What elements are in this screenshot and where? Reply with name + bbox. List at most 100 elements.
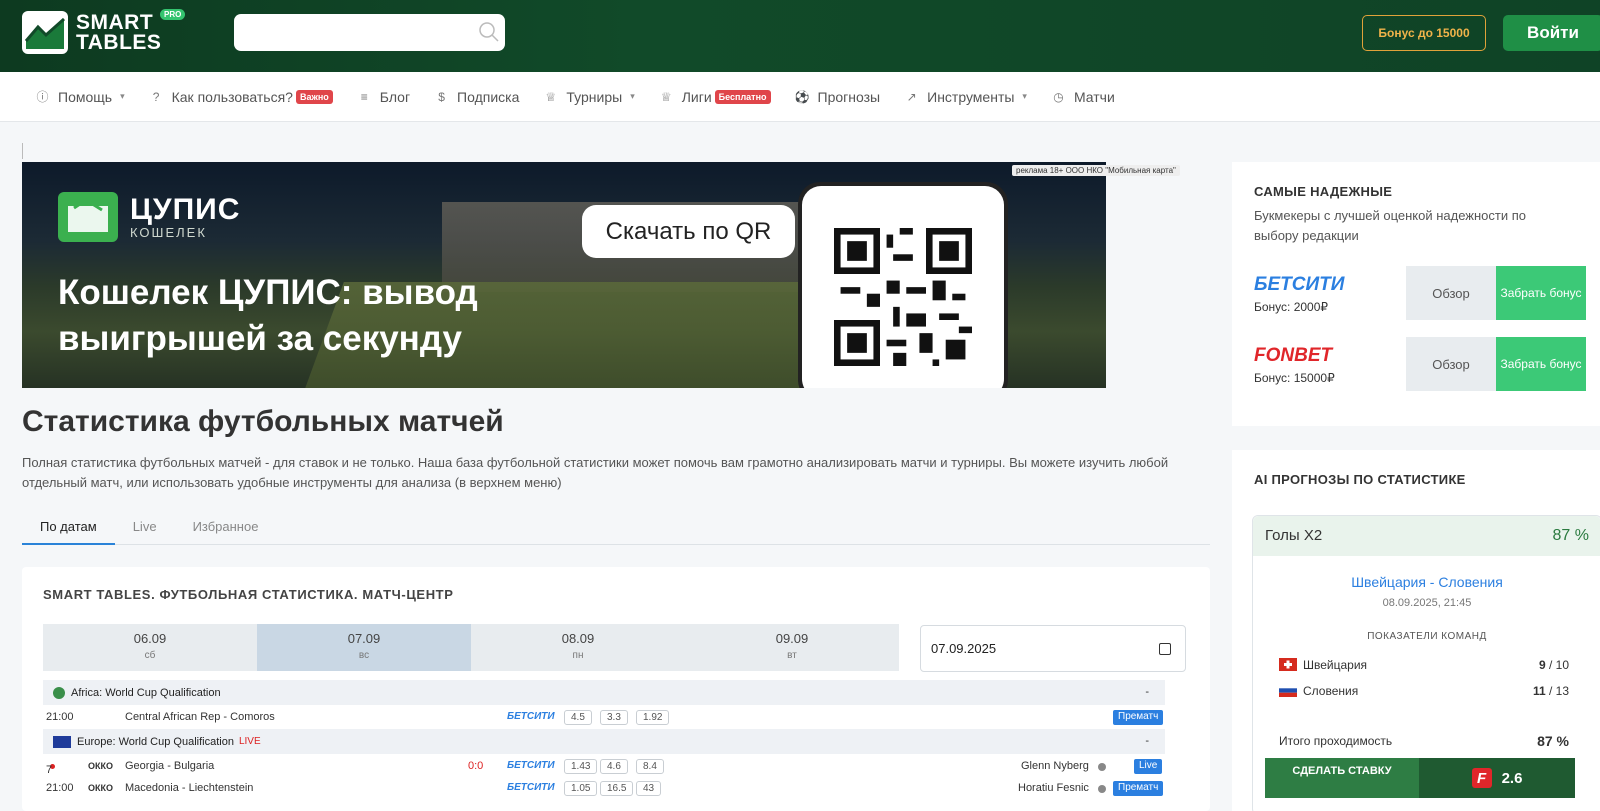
odd-draw[interactable]: 3.3 xyxy=(600,710,628,725)
nav-item-predictions[interactable]: ⚽ Прогнозы xyxy=(794,88,881,105)
get-bonus-button[interactable]: Забрать бонус xyxy=(1496,266,1586,320)
date-input-value: 07.09.2025 xyxy=(931,641,997,656)
live-label: LIVE xyxy=(238,736,261,747)
odd-home[interactable]: 1.43 xyxy=(564,759,598,774)
nav-item-leagues[interactable]: ♕ Лиги Бесплатно xyxy=(660,89,771,105)
date-day: пн xyxy=(572,650,584,661)
odd-away[interactable]: 8.4 xyxy=(636,759,664,774)
promo-banner[interactable]: ЦУПИС КОШЕЛЕК Кошелек ЦУПИС: вывод выигр… xyxy=(22,162,1106,388)
tab-live[interactable]: Live xyxy=(115,507,175,545)
nav-item-subscription[interactable]: $ Подписка xyxy=(435,89,519,105)
review-button[interactable]: Обзор xyxy=(1406,266,1496,320)
free-badge: Бесплатно xyxy=(714,89,771,104)
important-badge: Важно xyxy=(295,89,333,104)
dollar-icon: $ xyxy=(438,89,445,104)
review-button[interactable]: Обзор xyxy=(1406,337,1496,391)
referee-name: Glenn Nyberg xyxy=(1021,760,1089,772)
match-row[interactable]: 7 ОККО Georgia - Bulgaria 0:0 БЕТСИТИ 1.… xyxy=(43,756,1165,778)
search-icon[interactable] xyxy=(478,21,500,43)
league-name: Europe: World Cup Qualification xyxy=(77,735,234,748)
nav-item-tournaments[interactable]: ♕ Турниры ▾ xyxy=(544,88,635,105)
match-row[interactable]: 21:00 ОККО Macedonia - Liechtenstein БЕТ… xyxy=(43,778,1165,800)
league-name: Africa: World Cup Qualification xyxy=(71,686,221,699)
cupis-sub: КОШЕЛЕК xyxy=(130,224,207,240)
calendar-icon[interactable] xyxy=(1159,643,1171,655)
prediction-datetime: 08.09.2025, 21:45 xyxy=(1382,597,1472,609)
place-bet-button[interactable]: СДЕЛАТЬ СТАВКУ xyxy=(1265,758,1419,798)
bookmaker-logo[interactable]: БЕТСИТИ xyxy=(507,782,555,793)
date-day: вс xyxy=(358,650,370,661)
prematch-badge: Прематч xyxy=(1113,781,1164,796)
nav-label: Турниры xyxy=(566,88,623,105)
cupis-logo: ЦУПИС КОШЕЛЕК xyxy=(58,192,240,242)
nav-item-matches[interactable]: ◷ Матчи xyxy=(1052,89,1115,105)
odd-draw[interactable]: 4.6 xyxy=(600,759,628,774)
date-selector: 06.09 сб 07.09 вс 08.09 пн 09.09 вт xyxy=(43,624,899,671)
nav-item-help[interactable]: ⓘ Помощь ▾ xyxy=(36,89,125,105)
bookmaker-logo[interactable]: БЕТСИТИ xyxy=(507,711,555,722)
match-teams[interactable]: Georgia - Bulgaria xyxy=(125,760,214,772)
odd-home[interactable]: 4.5 xyxy=(564,710,592,725)
bookmaker-bonus: Бонус: 2000₽ xyxy=(1254,300,1329,314)
match-minute: 7 xyxy=(46,760,55,776)
nav-label: Как пользоваться? xyxy=(171,88,293,105)
bonus-button[interactable]: Бонус до 15000 xyxy=(1362,15,1486,51)
chevron-down-icon: ▾ xyxy=(630,91,635,101)
total-row: Итого проходимость 87 % xyxy=(1279,733,1569,749)
team-score: 9 / 10 xyxy=(1539,658,1569,672)
betcity-logo[interactable]: БЕТСИТИ xyxy=(1254,274,1344,296)
banner-headline: Кошелек ЦУПИС: вывод выигрышей за секунд… xyxy=(58,273,478,358)
phone-mockup xyxy=(798,182,1008,388)
nav-label: Инструменты xyxy=(927,88,1015,105)
nav-label: Прогнозы xyxy=(817,88,881,105)
odd-draw[interactable]: 16.5 xyxy=(600,781,634,796)
fonbet-logo[interactable]: FONBET xyxy=(1254,345,1332,367)
prediction-probability: 87 % xyxy=(1552,527,1589,544)
bet-odd-button[interactable]: F 2.6 xyxy=(1419,758,1575,798)
date-tab[interactable]: 09.09 вт xyxy=(685,624,899,671)
league-header[interactable]: Europe: World Cup Qualification LIVE - xyxy=(43,729,1165,754)
login-button[interactable]: Войти xyxy=(1503,15,1600,51)
tv-logo: ОККО xyxy=(88,783,113,793)
chevron-down-icon: ▾ xyxy=(120,91,125,101)
main-nav: ⓘ Помощь ▾ ? Как пользоваться? Важно ≡ Блог $… xyxy=(0,72,1600,122)
match-teams[interactable]: Macedonia - Liechtenstein xyxy=(125,782,253,794)
match-row[interactable]: 21:00 Central African Rep - Comoros БЕТС… xyxy=(43,707,1165,729)
nav-item-tools[interactable]: ↗ Инструменты ▾ xyxy=(905,89,1027,105)
help-circle-icon: ⓘ xyxy=(36,90,49,104)
team-score: 11 / 13 xyxy=(1533,684,1569,698)
tab-by-dates[interactable]: По датам xyxy=(22,507,115,545)
date-tab[interactable]: 06.09 сб xyxy=(43,624,257,671)
date-value: 06.09 xyxy=(133,631,167,646)
league-header[interactable]: Africa: World Cup Qualification - xyxy=(43,680,1165,705)
search-input[interactable] xyxy=(234,14,505,51)
phone-screen xyxy=(802,186,1004,388)
slovenia-flag-icon xyxy=(1279,684,1297,697)
date-tab-active[interactable]: 07.09 вс xyxy=(257,624,471,671)
reliable-subtitle: Букмекеры с лучшей оценкой надежности по… xyxy=(1254,208,1527,243)
qr-cta[interactable]: Скачать по QR xyxy=(582,205,795,258)
bookmaker-logo[interactable]: БЕТСИТИ xyxy=(507,760,555,771)
nav-label: Матчи xyxy=(1073,88,1115,105)
tab-favorites[interactable]: Избранное xyxy=(175,507,277,545)
ball-icon: ⚽ xyxy=(794,89,810,104)
odd-home[interactable]: 1.05 xyxy=(564,781,598,796)
list-icon: ≡ xyxy=(360,89,368,104)
ai-title: AI ПРОГНОЗЫ ПО СТАТИСТИКЕ xyxy=(1254,472,1466,487)
logo-pro-badge: PRO xyxy=(160,9,186,20)
site-logo[interactable]: SMART TABLES PRO xyxy=(22,9,186,54)
nav-item-howto[interactable]: ? Как пользоваться? Важно xyxy=(150,89,333,105)
match-teams[interactable]: Central African Rep - Comoros xyxy=(125,711,275,723)
prediction-match-link[interactable]: Швейцария - Словения xyxy=(1253,574,1600,590)
date-tab[interactable]: 08.09 пн xyxy=(471,624,685,671)
team-score-total: / 10 xyxy=(1545,658,1569,672)
get-bonus-button[interactable]: Забрать бонус xyxy=(1496,337,1586,391)
date-picker-input[interactable]: 07.09.2025 xyxy=(920,625,1186,672)
league-dash: - xyxy=(1145,735,1149,747)
status-dot-icon xyxy=(1098,785,1106,793)
date-value: 09.09 xyxy=(775,631,809,646)
odd-away[interactable]: 43 xyxy=(636,781,662,796)
odd-away[interactable]: 1.92 xyxy=(636,710,670,725)
nav-item-blog[interactable]: ≡ Блог xyxy=(358,89,410,105)
globe-icon xyxy=(53,686,65,699)
